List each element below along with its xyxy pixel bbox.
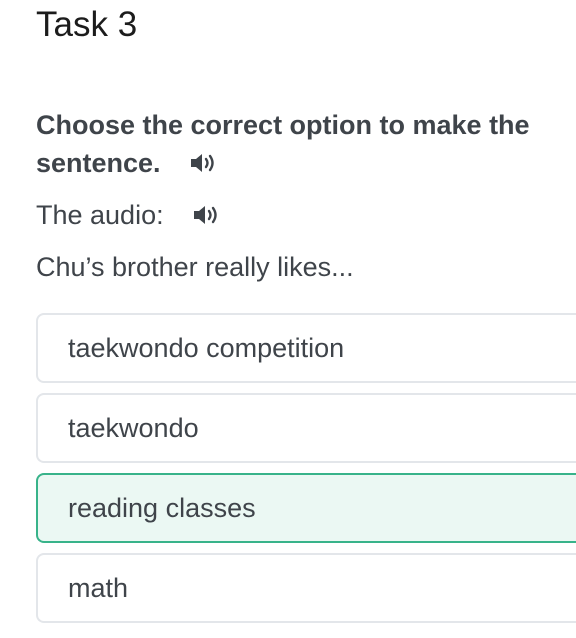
audio-label: The audio: xyxy=(36,200,164,230)
answer-option[interactable]: taekwondo xyxy=(36,393,576,463)
answer-option-selected[interactable]: reading classes xyxy=(36,473,576,543)
answer-option-label: taekwondo competition xyxy=(68,332,345,363)
instruction-text: Choose the correct option to make the se… xyxy=(36,106,576,182)
answer-option-label: taekwondo xyxy=(68,412,199,443)
instruction-line-1: Choose the correct option to make the xyxy=(36,110,530,140)
instruction-line-2-row: sentence. xyxy=(36,144,576,182)
answer-options: taekwondo competition taekwondo reading … xyxy=(36,313,576,633)
speaker-icon[interactable] xyxy=(189,151,219,175)
question-prompt: Chu’s brother really likes... xyxy=(36,252,354,282)
answer-option-label: math xyxy=(68,572,129,603)
audio-row: The audio: xyxy=(36,196,222,234)
instruction-line-2: sentence. xyxy=(36,148,161,178)
answer-option-label: reading classes xyxy=(68,492,256,523)
answer-option[interactable]: taekwondo competition xyxy=(36,313,576,383)
page-title: Task 3 xyxy=(36,5,138,44)
answer-option[interactable]: math xyxy=(36,553,576,623)
audio-speaker-icon[interactable] xyxy=(192,203,222,227)
